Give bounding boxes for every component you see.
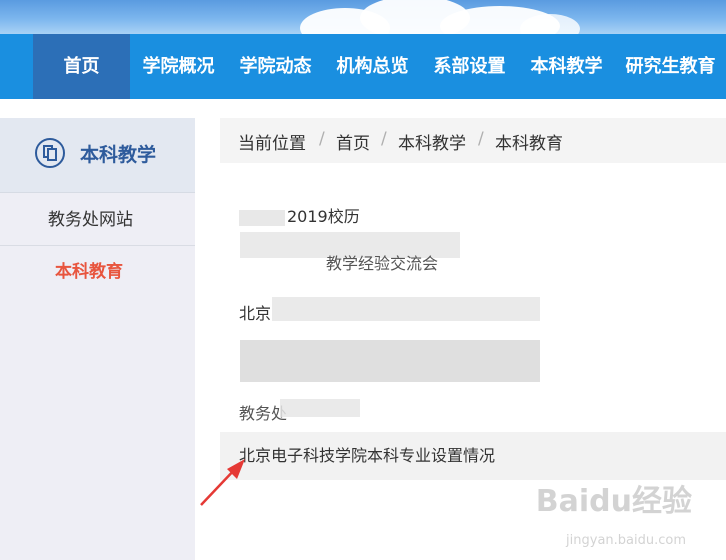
list-item-beijing[interactable]: 北京 xyxy=(239,300,271,324)
nav-item-home[interactable]: 首页 xyxy=(33,34,130,99)
blurred-text xyxy=(239,209,285,226)
nav-item-organization[interactable]: 机构总览 xyxy=(324,34,421,99)
sidebar-header: 本科教学 xyxy=(0,118,195,193)
breadcrumb-separator: / xyxy=(381,129,387,149)
nav-item-undergraduate[interactable]: 本科教学 xyxy=(518,34,615,99)
list-item-exchange-meeting[interactable]: 教学经验交流会 xyxy=(238,250,438,274)
nav-item-news[interactable]: 学院动态 xyxy=(227,34,324,99)
list-item-major-settings[interactable]: 北京电子科技学院本科专业设置情况 xyxy=(220,432,726,480)
breadcrumb-label: 当前位置 xyxy=(238,134,306,154)
breadcrumb-current: 本科教育 xyxy=(495,134,563,154)
list-item-label: 北京 xyxy=(239,304,272,323)
baidu-watermark: Baidu经验 xyxy=(535,484,692,519)
nav-item-overview[interactable]: 学院概况 xyxy=(130,34,227,99)
copy-icon xyxy=(35,138,65,168)
nav-item-departments[interactable]: 系部设置 xyxy=(421,34,518,99)
main-navbar: 首页 学院概况 学院动态 机构总览 系部设置 本科教学 研究生教育 xyxy=(0,34,726,99)
breadcrumb-separator: / xyxy=(319,129,325,149)
header-banner xyxy=(0,0,726,34)
list-item-label: 2019校历 xyxy=(287,207,360,226)
sidebar-item-academic-affairs[interactable]: 教务处网站 xyxy=(0,194,195,246)
breadcrumb-separator: / xyxy=(478,129,484,149)
breadcrumb-home-link[interactable]: 首页 xyxy=(336,129,370,154)
list-item-label: 教学经验交流会 xyxy=(326,254,439,273)
cloud-decoration xyxy=(520,14,580,34)
baidu-watermark-url: jingyan.baidu.com xyxy=(566,533,686,548)
sidebar-title: 本科教学 xyxy=(80,144,157,166)
red-arrow-annotation xyxy=(200,459,245,506)
sidebar-item-undergraduate-education[interactable]: 本科教育 xyxy=(0,246,195,298)
blurred-region xyxy=(240,340,540,382)
breadcrumb: 当前位置 / 首页 / 本科教学 / 本科教育 xyxy=(220,118,726,163)
list-item-calendar[interactable]: 2019校历 xyxy=(239,203,360,227)
nav-item-graduate[interactable]: 研究生教育 xyxy=(615,34,726,99)
breadcrumb-undergrad-teaching-link[interactable]: 本科教学 xyxy=(398,129,466,154)
blurred-region xyxy=(280,399,360,417)
sidebar: 本科教学 教务处网站 本科教育 xyxy=(0,118,195,560)
blurred-region xyxy=(272,297,540,321)
